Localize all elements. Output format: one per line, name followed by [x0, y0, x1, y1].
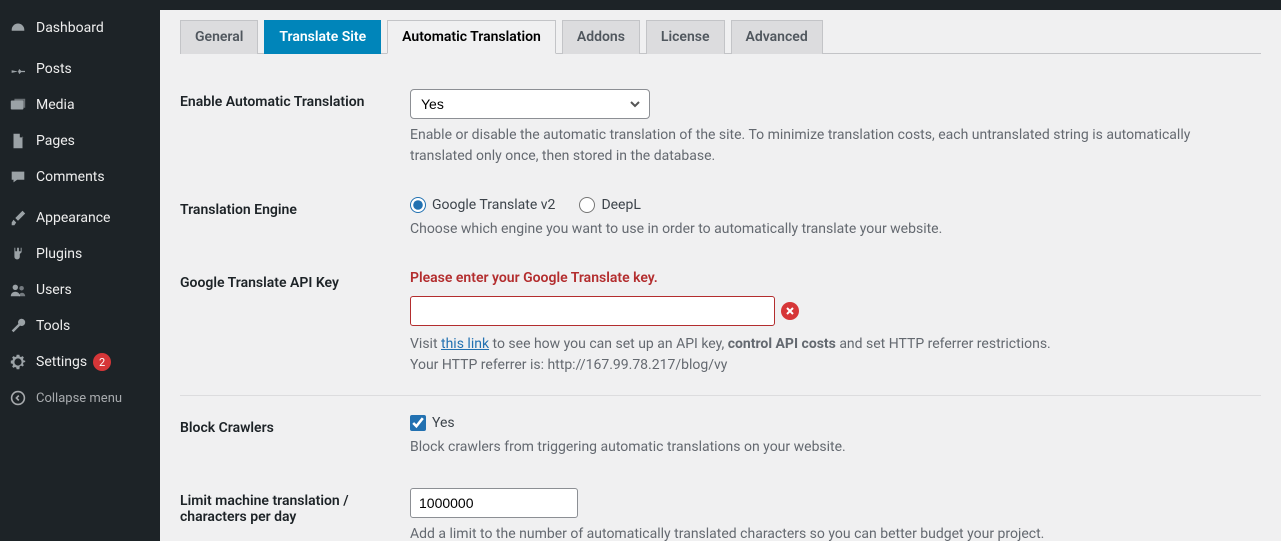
engine-label: Translation Engine [180, 182, 400, 255]
admin-topbar [0, 0, 1281, 10]
apikey-label: Google Translate API Key [180, 255, 400, 391]
limit-input[interactable] [410, 488, 578, 518]
apikey-referrer: Your HTTP referrer is: http://167.99.78.… [410, 357, 727, 373]
sidebar-item-appearance[interactable]: Appearance [0, 200, 160, 236]
sidebar-item-label: Pages [36, 133, 75, 149]
collapse-menu[interactable]: Collapse menu [0, 380, 160, 416]
apikey-input[interactable] [410, 296, 775, 326]
tab-advanced[interactable]: Advanced [731, 20, 823, 54]
separator [180, 395, 1261, 396]
users-icon [8, 280, 28, 300]
engine-desc: Choose which engine you want to use in o… [410, 219, 1251, 240]
sidebar-item-label: Appearance [36, 210, 110, 226]
tab-addons[interactable]: Addons [562, 20, 640, 54]
sidebar-item-label: Plugins [36, 246, 82, 262]
tab-translate-site[interactable]: Translate Site [264, 20, 381, 54]
enable-desc: Enable or disable the automatic translat… [410, 125, 1251, 167]
admin-sidebar: Dashboard Posts Media Pages Comments [0, 10, 160, 541]
apikey-error: Please enter your Google Translate key. [410, 270, 1251, 286]
wrench-icon [8, 316, 28, 336]
limit-label: Limit machine translation / characters p… [180, 473, 400, 541]
settings-tabs: General Translate Site Automatic Transla… [180, 20, 1261, 54]
sidebar-item-pages[interactable]: Pages [0, 123, 160, 159]
sidebar-item-posts[interactable]: Posts [0, 51, 160, 87]
tab-automatic-translation[interactable]: Automatic Translation [387, 20, 556, 54]
sidebar-item-label: Dashboard [36, 20, 104, 36]
plug-icon [8, 244, 28, 264]
enable-select[interactable]: Yes [410, 89, 650, 119]
tab-general[interactable]: General [180, 20, 258, 54]
collapse-icon [8, 388, 28, 408]
settings-content: General Translate Site Automatic Transla… [160, 10, 1281, 541]
pin-icon [8, 59, 28, 79]
sidebar-item-label: Tools [36, 318, 70, 334]
sidebar-item-label: Media [36, 97, 75, 113]
engine-deepl-radio[interactable] [579, 197, 595, 213]
dashboard-icon [8, 18, 28, 38]
page-icon [8, 131, 28, 151]
engine-deepl-label[interactable]: DeepL [579, 197, 640, 213]
sidebar-item-settings[interactable]: Settings 2 [0, 344, 160, 380]
block-label: Block Crawlers [180, 400, 400, 473]
block-desc: Block crawlers from triggering automatic… [410, 437, 1251, 458]
sidebar-item-users[interactable]: Users [0, 272, 160, 308]
brush-icon [8, 208, 28, 228]
sidebar-item-tools[interactable]: Tools [0, 308, 160, 344]
settings-badge: 2 [93, 353, 111, 371]
sidebar-item-label: Comments [36, 169, 105, 185]
sidebar-item-label: Users [36, 282, 72, 298]
engine-google-text: Google Translate v2 [432, 197, 555, 213]
apikey-help: Visit this link to see how you can set u… [410, 334, 1251, 376]
comment-icon [8, 167, 28, 187]
tab-license[interactable]: License [646, 20, 725, 54]
sidebar-item-label: Settings [36, 354, 87, 370]
block-check-label: Yes [432, 415, 455, 431]
engine-deepl-text: DeepL [601, 197, 640, 213]
block-checkbox[interactable] [410, 415, 426, 431]
sidebar-item-media[interactable]: Media [0, 87, 160, 123]
engine-google-label[interactable]: Google Translate v2 [410, 197, 555, 213]
apikey-link[interactable]: this link [441, 336, 489, 352]
limit-desc: Add a limit to the number of automatical… [410, 524, 1251, 541]
collapse-label: Collapse menu [36, 391, 122, 406]
media-icon [8, 95, 28, 115]
sidebar-item-dashboard[interactable]: Dashboard [0, 10, 160, 46]
gear-icon [8, 352, 28, 372]
settings-form-table: Enable Automatic Translation Yes Enable … [180, 74, 1261, 541]
sidebar-item-comments[interactable]: Comments [0, 159, 160, 195]
enable-label: Enable Automatic Translation [180, 74, 400, 182]
error-icon [781, 302, 799, 320]
sidebar-item-plugins[interactable]: Plugins [0, 236, 160, 272]
engine-google-radio[interactable] [410, 197, 426, 213]
sidebar-item-label: Posts [36, 61, 72, 77]
